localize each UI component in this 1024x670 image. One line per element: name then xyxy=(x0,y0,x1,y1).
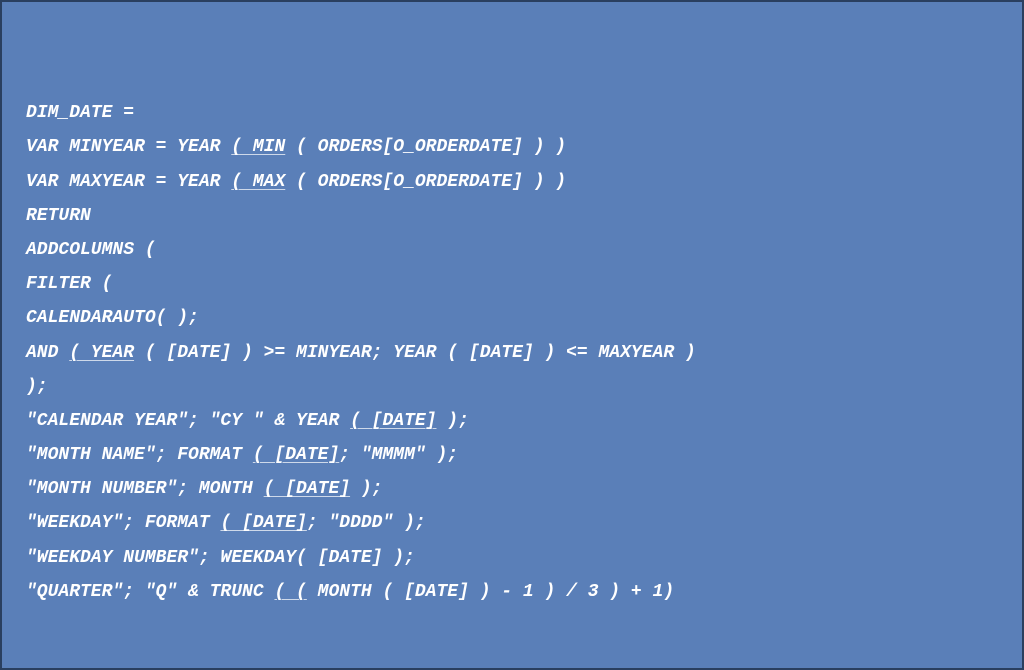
code-line: VAR MAXYEAR = YEAR ( MAX ( ORDERS[O_ORDE… xyxy=(26,172,566,192)
code-line: "QUARTER"; "Q" & TRUNC ( ( MONTH ( [DATE… xyxy=(26,582,674,602)
code-line: ADDCOLUMNS ( xyxy=(26,240,156,260)
dax-code-block: DIM_DATE = VAR MINYEAR = YEAR ( MIN ( OR… xyxy=(26,62,998,609)
code-line: AND ( YEAR ( [DATE] ) >= MINYEAR; YEAR (… xyxy=(26,343,696,363)
code-line: "MONTH NUMBER"; MONTH ( [DATE] ); xyxy=(26,479,382,499)
code-line: DIM_DATE = xyxy=(26,103,134,123)
code-line: ); xyxy=(26,377,48,397)
code-line: CALENDARAUTO( ); xyxy=(26,308,199,328)
code-line: "CALENDAR YEAR"; "CY " & YEAR ( [DATE] )… xyxy=(26,411,469,431)
code-line: RETURN xyxy=(26,206,91,226)
code-line: FILTER ( xyxy=(26,274,112,294)
code-line: "MONTH NAME"; FORMAT ( [DATE]; "MMMM" ); xyxy=(26,445,458,465)
code-line: VAR MINYEAR = YEAR ( MIN ( ORDERS[O_ORDE… xyxy=(26,137,566,157)
code-line: "WEEKDAY NUMBER"; WEEKDAY( [DATE] ); xyxy=(26,548,415,568)
code-line: "WEEKDAY"; FORMAT ( [DATE]; "DDDD" ); xyxy=(26,513,426,533)
